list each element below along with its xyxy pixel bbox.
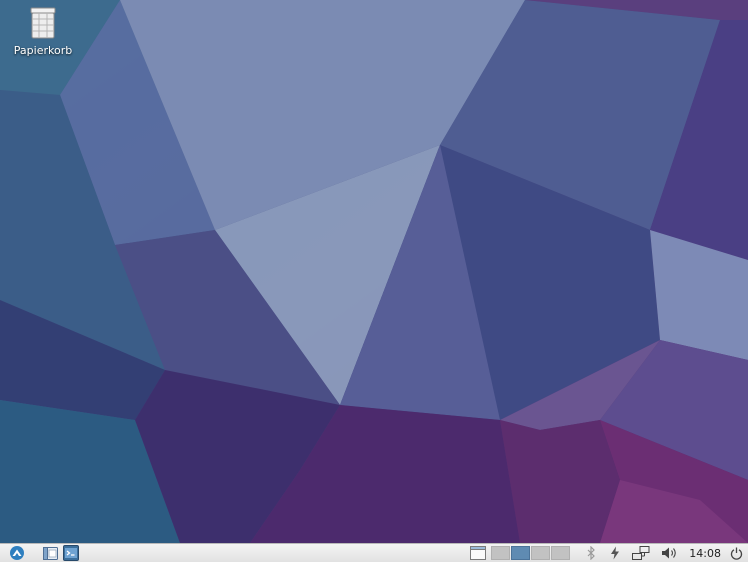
bluetooth-tray[interactable] <box>581 545 601 562</box>
bluetooth-icon <box>587 546 596 560</box>
volume-tray[interactable] <box>659 545 681 562</box>
trash-icon <box>30 7 56 39</box>
power-manager-icon <box>611 546 620 560</box>
workspace-1[interactable] <box>491 546 511 560</box>
terminal-launcher[interactable] <box>61 545 81 562</box>
power-manager-tray[interactable] <box>605 545 625 562</box>
shutdown-button[interactable] <box>727 545 745 562</box>
workspace-switcher <box>491 546 571 560</box>
workspace-3[interactable] <box>531 546 551 560</box>
network-tray[interactable] <box>629 545 653 562</box>
network-icon <box>632 545 650 560</box>
workspace-4[interactable] <box>551 546 571 560</box>
window-icon <box>470 546 487 560</box>
clock[interactable]: 14:08 <box>689 547 721 560</box>
file-manager-launcher[interactable] <box>40 545 60 562</box>
desktop-wallpaper <box>0 0 748 543</box>
lubuntu-menu-icon <box>10 546 24 560</box>
desktop-icon-trash[interactable]: Papierkorb <box>8 6 78 57</box>
power-icon <box>730 547 742 560</box>
desktop: Papierkorb <box>0 0 748 543</box>
workspace-2[interactable] <box>511 546 531 560</box>
desktop-icon-label: Papierkorb <box>13 44 73 57</box>
volume-icon <box>662 547 677 559</box>
file-manager-icon <box>42 546 58 560</box>
show-desktop-button[interactable] <box>468 545 488 562</box>
menu-button[interactable] <box>2 545 32 562</box>
taskbar: 14:08 <box>0 543 748 562</box>
terminal-icon <box>63 545 79 561</box>
